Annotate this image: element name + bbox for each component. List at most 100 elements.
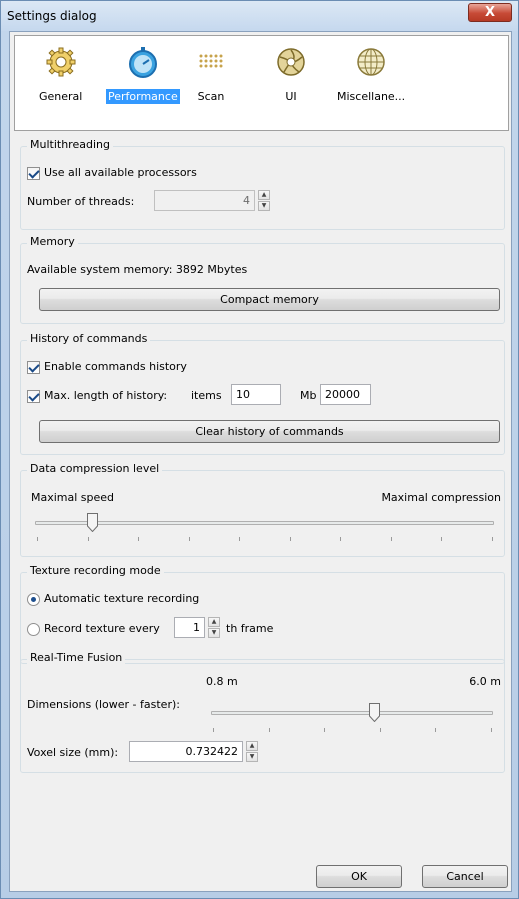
voxel-size-value: 0.732422 — [185, 745, 239, 758]
frame-suffix-label: th frame — [226, 622, 274, 635]
close-icon: X — [484, 5, 496, 20]
checkbox-label: Enable commands history — [44, 360, 187, 373]
mb-label: Mb — [300, 389, 317, 402]
compression-group: Data compression level Maximal speed Max… — [20, 462, 505, 557]
items-input[interactable]: 10 — [231, 384, 281, 405]
items-value: 10 — [236, 388, 250, 401]
category-toolbar: General Performance Scan UI Miscellane..… — [14, 35, 509, 131]
slider-tick — [390, 537, 392, 541]
dimensions-label: Dimensions (lower - faster): — [27, 698, 180, 711]
tab-label: Scan — [197, 90, 225, 103]
cancel-button[interactable]: Cancel — [422, 865, 508, 888]
checkbox-label: Max. length of history: — [44, 389, 168, 402]
multithreading-group: Multithreading Use all available process… — [20, 138, 505, 230]
slider-tick — [491, 728, 492, 732]
compression-max-label: Maximal compression — [381, 491, 501, 504]
radio-button[interactable] — [27, 592, 40, 606]
slider-tick — [213, 728, 214, 732]
group-title: Texture recording mode — [27, 564, 164, 577]
tab-general[interactable]: General — [37, 46, 84, 104]
close-button[interactable]: X — [468, 3, 512, 22]
group-title: Real-Time Fusion — [27, 651, 126, 664]
fusion-group: Real-Time Fusion 0.8 m 6.0 m Dimensions … — [20, 651, 505, 773]
radio-button[interactable] — [27, 622, 40, 636]
checkbox-box[interactable] — [27, 360, 40, 374]
slider-tick — [268, 728, 270, 732]
tab-label: General — [39, 90, 83, 103]
ok-button[interactable]: OK — [316, 865, 402, 888]
tab-label: Performance — [106, 89, 180, 104]
spin-down-icon[interactable]: ▼ — [246, 752, 258, 762]
record-every-radio[interactable]: Record texture every — [27, 622, 160, 636]
tab-label: UI — [285, 90, 297, 103]
fusion-max-label: 6.0 m — [469, 675, 501, 688]
tab-performance[interactable]: Performance — [106, 46, 180, 104]
radio-label: Record texture every — [44, 622, 160, 635]
history-group: History of commands Enable commands hist… — [20, 332, 505, 455]
dimensions-slider-thumb[interactable] — [369, 703, 381, 722]
checkbox-box[interactable] — [27, 166, 40, 180]
memory-group: Memory Available system memory: 3892 Mby… — [20, 235, 505, 324]
texture-every-value: 1 — [193, 621, 200, 634]
spin-down-icon[interactable]: ▼ — [208, 628, 220, 638]
threads-input[interactable]: 4 — [154, 190, 255, 211]
compression-slider-track[interactable] — [35, 521, 494, 525]
aperture-icon — [277, 48, 305, 76]
max-length-checkbox[interactable]: Max. length of history: — [27, 389, 167, 403]
group-title: Multithreading — [27, 138, 113, 151]
stopwatch-icon — [128, 47, 157, 78]
window-title: Settings dialog — [7, 9, 97, 23]
slider-tick — [435, 728, 437, 732]
title-bar: Settings dialog X — [1, 1, 518, 31]
compact-memory-button[interactable]: Compact memory — [39, 288, 500, 311]
mb-input[interactable]: 20000 — [320, 384, 371, 405]
slider-tick — [239, 537, 241, 541]
clear-history-button[interactable]: Clear history of commands — [39, 420, 500, 443]
slider-tick — [340, 537, 342, 541]
tab-scan[interactable]: Scan — [195, 46, 227, 104]
tab-label: Miscellane... — [337, 90, 406, 103]
dimensions-slider-track[interactable] — [211, 711, 493, 715]
texture-every-spinner[interactable]: ▲ ▼ — [208, 617, 220, 638]
spin-down-icon[interactable]: ▼ — [258, 201, 270, 211]
use-all-processors-checkbox[interactable]: Use all available processors — [27, 166, 197, 180]
compression-min-label: Maximal speed — [31, 491, 115, 504]
enable-history-checkbox[interactable]: Enable commands history — [27, 360, 187, 374]
tab-miscellaneous[interactable]: Miscellane... — [335, 46, 407, 104]
slider-tick — [324, 728, 326, 732]
voxel-size-spinner[interactable]: ▲ ▼ — [246, 741, 258, 762]
checkbox-box[interactable] — [27, 389, 40, 403]
slider-tick — [138, 537, 140, 541]
fusion-min-label: 0.8 m — [206, 675, 238, 688]
slider-tick — [441, 537, 443, 541]
dot-grid-icon — [199, 54, 223, 68]
slider-tick — [379, 728, 381, 732]
mb-value: 20000 — [325, 388, 360, 401]
radio-label: Automatic texture recording — [44, 592, 200, 605]
items-label: items — [191, 389, 222, 402]
threads-value: 4 — [243, 194, 250, 207]
slider-tick — [37, 537, 38, 541]
voxel-size-label: Voxel size (mm): — [27, 746, 119, 759]
settings-window: Settings dialog X General Performance Sc… — [0, 0, 519, 899]
voxel-size-input[interactable]: 0.732422 — [129, 741, 243, 762]
globe-icon — [357, 48, 385, 76]
automatic-texture-radio[interactable]: Automatic texture recording — [27, 592, 199, 606]
spin-up-icon[interactable]: ▲ — [258, 190, 270, 200]
texture-every-input[interactable]: 1 — [174, 617, 205, 638]
group-title: Memory — [27, 235, 78, 248]
slider-tick — [188, 537, 190, 541]
spin-up-icon[interactable]: ▲ — [208, 617, 220, 627]
tab-ui[interactable]: UI — [275, 46, 307, 104]
checkbox-label: Use all available processors — [44, 166, 197, 179]
group-title: Data compression level — [27, 462, 163, 475]
dialog-body: General Performance Scan UI Miscellane..… — [9, 31, 512, 892]
group-title: History of commands — [27, 332, 151, 345]
available-memory-text: Available system memory: 3892 Mbytes — [27, 263, 248, 276]
spin-up-icon[interactable]: ▲ — [246, 741, 258, 751]
threads-spinner[interactable]: ▲ ▼ — [258, 190, 270, 211]
slider-tick — [87, 537, 89, 541]
threads-label: Number of threads: — [27, 195, 135, 208]
compression-slider-thumb[interactable] — [86, 513, 98, 532]
slider-tick — [492, 537, 493, 541]
